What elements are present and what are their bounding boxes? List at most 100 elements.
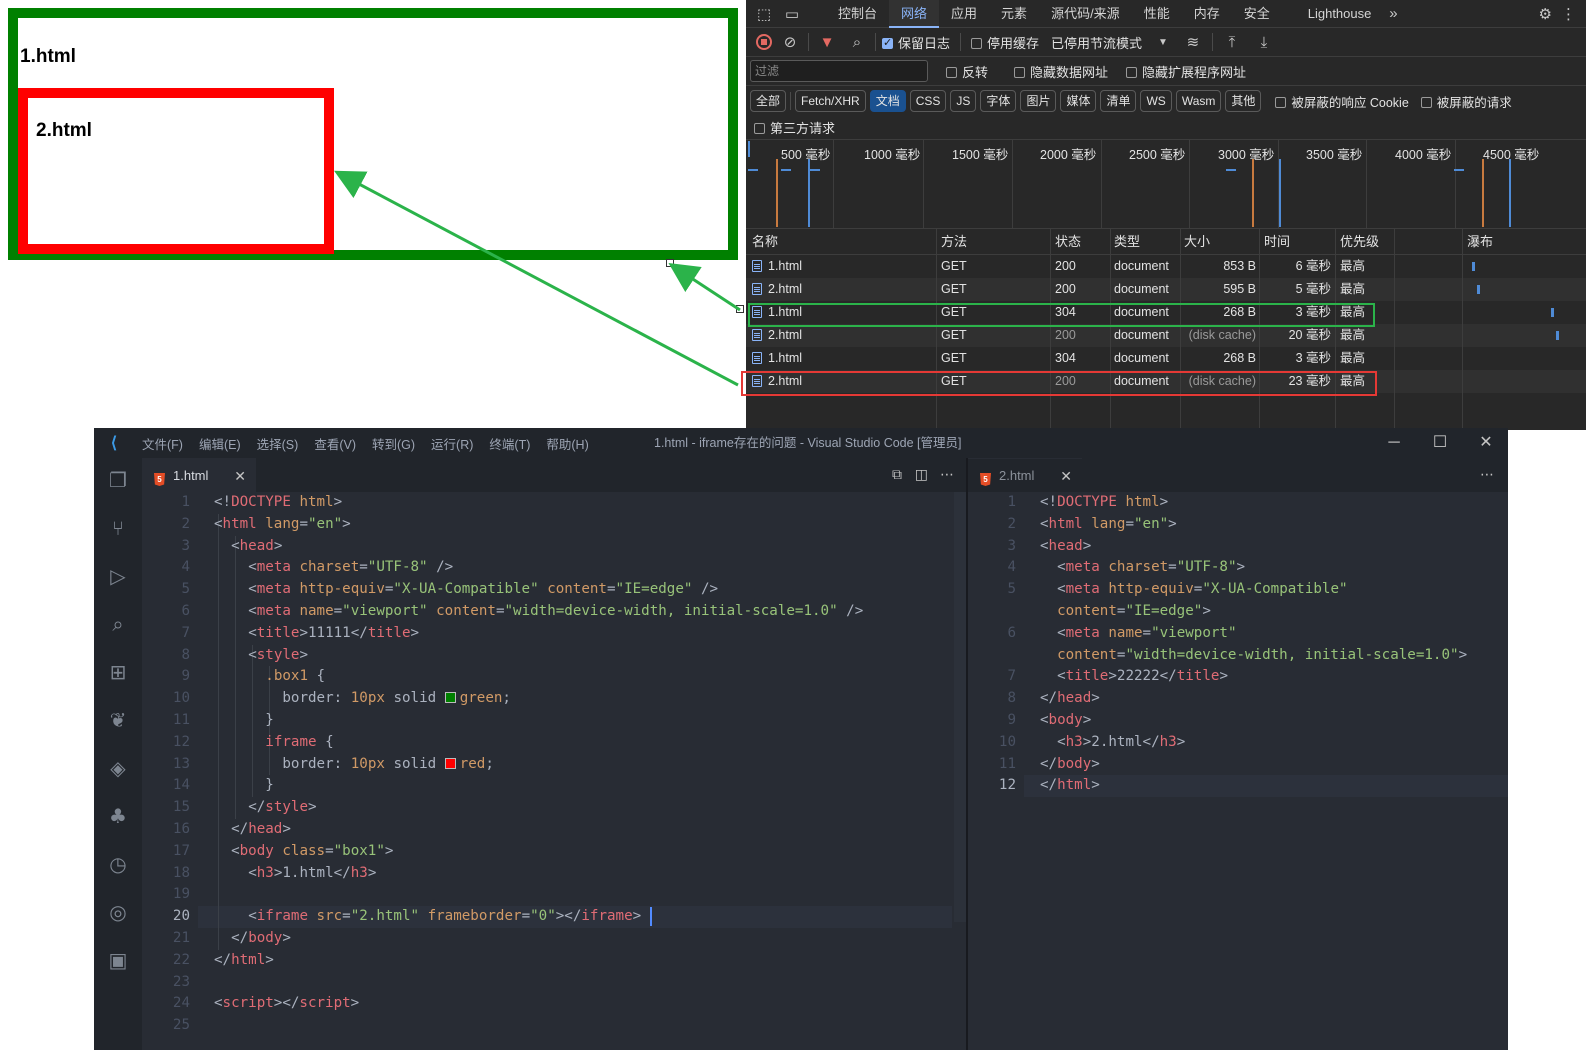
chevron-down-icon[interactable]: ▼ [1158,37,1168,48]
column-status[interactable]: 状态 [1055,229,1081,254]
kebab-menu-icon[interactable]: ⋮ [1561,5,1576,23]
type-filter-media[interactable]: 媒体 [1060,90,1097,112]
column-method[interactable]: 方法 [941,229,967,254]
menu-view[interactable]: 查看(V) [306,434,364,453]
clear-icon[interactable]: ⊘ [778,33,802,51]
extensions-icon[interactable]: ⊞ [106,660,130,684]
split-editor-icon[interactable]: ◫ [915,458,928,492]
menu-go[interactable]: 转到(G) [364,434,423,453]
type-filter-other[interactable]: 其他 [1225,90,1262,112]
embedded-iframe[interactable]: 2.html [18,88,334,254]
source-control-icon[interactable]: ⑂ [106,516,130,540]
tree-icon[interactable]: ♣ [106,804,130,828]
close-tab-icon[interactable]: ✕ [234,459,246,493]
more-actions-icon[interactable]: ⋯ [1480,458,1494,492]
gear-icon[interactable]: ⚙ [1539,5,1552,23]
export-har-icon[interactable]: ⤓ [1251,34,1277,51]
leaf-icon[interactable]: ❦ [106,708,130,732]
stop-recording-icon[interactable] [756,34,772,50]
close-icon[interactable]: ✕ [1464,428,1508,458]
color-swatch[interactable] [444,692,456,704]
type-filter-css[interactable]: CSS [909,90,947,112]
line-number: 11 [172,712,190,728]
search-icon[interactable]: ⌕ [845,34,869,51]
filter-icon[interactable]: ▼ [815,34,839,51]
resize-handle[interactable] [736,305,744,313]
tab-application[interactable]: 应用 [939,0,989,28]
column-size[interactable]: 大小 [1184,229,1210,254]
type-filter-js[interactable]: JS [950,90,977,112]
throttling-select[interactable]: 已停用节流模式 [1051,33,1142,52]
filter-input[interactable]: 过滤 [750,60,928,82]
type-filter-manifest[interactable]: 清单 [1100,90,1137,112]
package-icon[interactable]: ▣ [106,948,130,972]
inspect-element-icon[interactable]: ⬚ [750,5,778,23]
tab-sources[interactable]: 源代码/来源 [1039,0,1132,28]
third-party-checkbox[interactable]: 第三方请求 [754,118,835,137]
tab-lighthouse[interactable]: Lighthouse [1296,0,1384,28]
column-priority[interactable]: 优先级 [1340,229,1379,254]
column-waterfall[interactable]: 瀑布 [1467,229,1493,254]
explorer-icon[interactable]: ❐ [106,468,130,492]
timeline-label: 4000 毫秒 [1395,148,1452,162]
menu-edit[interactable]: 编辑(E) [191,434,249,453]
minimize-icon[interactable]: ─ [1372,428,1416,458]
import-har-icon[interactable]: ⤒ [1219,34,1245,51]
device-toolbar-icon[interactable]: ▭ [778,5,806,23]
chevron-double-right-icon[interactable]: » [1383,5,1403,22]
type-filter-fetch-xhr[interactable]: Fetch/XHR [795,90,866,112]
tab-security[interactable]: 安全 [1232,0,1282,28]
type-filter-font[interactable]: 字体 [980,90,1017,112]
preserve-log-checkbox[interactable]: 保留日志 [882,33,950,52]
column-time[interactable]: 时间 [1264,229,1290,254]
scrollbar[interactable] [954,492,966,922]
tab-memory[interactable]: 内存 [1182,0,1232,28]
blocked-cookies-checkbox[interactable]: 被屏蔽的响应 Cookie [1275,92,1409,111]
table-row[interactable]: 2.html GET 200 document (disk cache) 20 … [746,324,1586,347]
table-row[interactable]: 1.html GET 304 document 268 B 3 毫秒 最高 [746,347,1586,370]
tab-elements[interactable]: 元素 [989,0,1039,28]
menu-selection[interactable]: 选择(S) [249,434,307,453]
menu-help[interactable]: 帮助(H) [538,434,596,453]
menu-terminal[interactable]: 终端(T) [481,434,538,453]
tab-network[interactable]: 网络 [889,0,940,28]
run-debug-icon[interactable]: ▷ [106,564,130,588]
tab-2-html[interactable]: 5 2.html ✕ [968,458,1082,492]
timer-icon[interactable]: ◷ [106,852,130,876]
resize-handle[interactable] [666,259,674,267]
tab-1-html[interactable]: 5 1.html ✕ [142,458,256,492]
line-number: 10 [998,733,1016,750]
table-row[interactable]: 1.html GET 200 document 853 B 6 毫秒 最高 [746,255,1586,278]
docker-icon[interactable]: ◈ [106,756,130,780]
timeline-label: 2500 毫秒 [1129,148,1186,162]
menu-run[interactable]: 运行(R) [423,434,481,453]
table-row[interactable]: 2.html GET 200 document 595 B 5 毫秒 最高 [746,278,1586,301]
request-priority: 最高 [1340,351,1366,365]
column-type[interactable]: 类型 [1114,229,1140,254]
tab-console[interactable]: 控制台 [826,0,889,28]
disable-cache-checkbox[interactable]: 停用缓存 [971,33,1039,52]
type-filter-wasm[interactable]: Wasm [1175,90,1222,112]
editor-split-divider[interactable] [966,458,968,1050]
maximize-icon[interactable]: ☐ [1418,428,1462,458]
code-line: <meta http-equiv="X-UA-Compatible" conte… [248,581,719,598]
type-filter-img[interactable]: 图片 [1020,90,1057,112]
column-name[interactable]: 名称 [752,229,778,254]
type-filter-all[interactable]: 全部 [750,90,787,112]
close-tab-icon[interactable]: ✕ [1060,459,1072,493]
network-conditions-icon[interactable]: ≋ [1180,33,1206,51]
hide-data-urls-checkbox[interactable]: 隐藏数据网址 [1014,62,1108,81]
invert-checkbox[interactable]: 反转 [946,62,988,81]
open-preview-icon[interactable]: ⧉ [892,458,902,492]
type-filter-ws[interactable]: WS [1140,90,1172,112]
menu-file[interactable]: 文件(F) [134,434,191,453]
aw-icon[interactable]: ◎ [106,900,130,924]
type-filter-doc[interactable]: 文档 [869,90,906,112]
blocked-requests-checkbox[interactable]: 被屏蔽的请求 [1420,92,1512,111]
tab-performance[interactable]: 性能 [1132,0,1182,28]
request-time: 6 毫秒 [1295,259,1331,273]
hide-extension-urls-checkbox[interactable]: 隐藏扩展程序网址 [1126,62,1246,81]
search-icon[interactable]: ⌕ [106,612,130,636]
more-actions-icon[interactable]: ⋯ [940,458,954,492]
color-swatch[interactable] [444,757,456,769]
